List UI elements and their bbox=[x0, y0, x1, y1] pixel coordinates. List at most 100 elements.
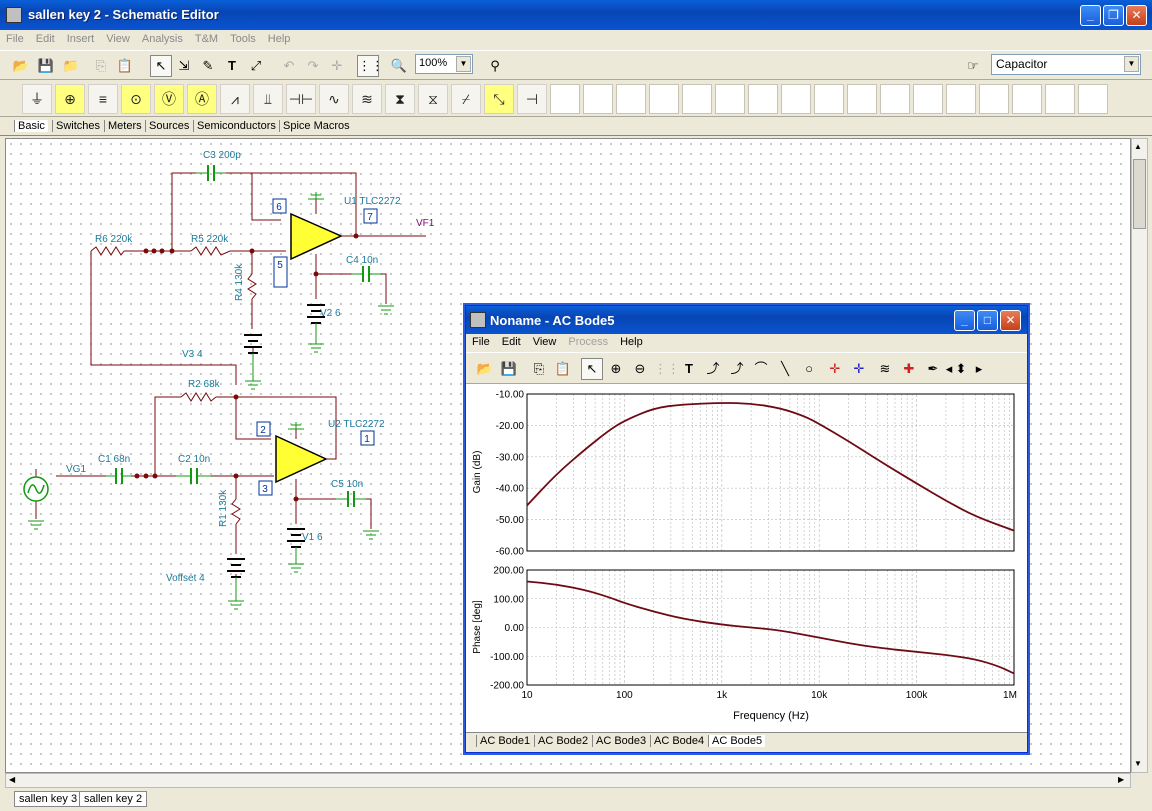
transformer-icon[interactable]: ⧗ bbox=[385, 84, 415, 114]
menu-help[interactable]: Help bbox=[262, 30, 297, 48]
terminal-icon[interactable]: ⊣ bbox=[517, 84, 547, 114]
resistor-icon[interactable]: ⩘ bbox=[220, 84, 250, 114]
tab-semiconductors[interactable]: Semiconductors bbox=[193, 120, 279, 132]
cursor-a-marker-icon[interactable]: ✛ bbox=[824, 358, 846, 380]
bode-chart[interactable]: -10.00 -20.00 -30.00 -40.00 -50.00 -60.00 200… bbox=[466, 384, 1027, 732]
tab-ac-bode4[interactable]: AC Bode4 bbox=[650, 735, 707, 747]
circle-icon[interactable]: ○ bbox=[798, 358, 820, 380]
text-tool-icon[interactable]: T bbox=[221, 55, 243, 77]
cursor-b-icon[interactable]: ⤴ bbox=[726, 358, 748, 380]
select-arrow-icon[interactable]: ↖ bbox=[581, 358, 603, 380]
tab-ac-bode2[interactable]: AC Bode2 bbox=[534, 735, 591, 747]
empty-slot[interactable] bbox=[1012, 84, 1042, 114]
crosshair-icon[interactable]: ✛ bbox=[326, 55, 348, 77]
redo-icon[interactable]: ↷ bbox=[302, 55, 324, 77]
select-arrow-icon[interactable]: ↖ bbox=[150, 55, 172, 77]
tab-ac-bode3[interactable]: AC Bode3 bbox=[592, 735, 649, 747]
scroll-right-icon[interactable]: ▶ bbox=[1118, 775, 1124, 784]
empty-slot[interactable] bbox=[979, 84, 1009, 114]
empty-slot[interactable] bbox=[682, 84, 712, 114]
bode-menu-view[interactable]: View bbox=[527, 334, 563, 350]
tab-meters[interactable]: Meters bbox=[104, 120, 145, 132]
paste-icon[interactable]: 📋 bbox=[114, 55, 136, 77]
ammeter-icon[interactable]: Ⓐ bbox=[187, 84, 217, 114]
ground-icon[interactable]: ⏚ bbox=[22, 84, 52, 114]
tab-switches[interactable]: Switches bbox=[52, 120, 103, 132]
doc-tab-sallen-key-2[interactable]: sallen key 2 bbox=[79, 791, 148, 807]
waveform-icon[interactable]: ≋ bbox=[874, 358, 896, 380]
open-folder-icon[interactable]: 📂 bbox=[474, 358, 496, 380]
zoom-icon[interactable]: 🔍 bbox=[388, 55, 410, 77]
empty-slot[interactable] bbox=[715, 84, 745, 114]
empty-slot[interactable] bbox=[946, 84, 976, 114]
empty-slot[interactable] bbox=[913, 84, 943, 114]
text-tool-icon[interactable]: T bbox=[678, 358, 700, 380]
bode-menu-help[interactable]: Help bbox=[614, 334, 649, 350]
empty-slot[interactable] bbox=[616, 84, 646, 114]
empty-slot[interactable] bbox=[649, 84, 679, 114]
wire-icon[interactable]: ⇲ bbox=[173, 55, 195, 77]
undo-icon[interactable]: ↶ bbox=[278, 55, 300, 77]
tab-ac-bode5[interactable]: AC Bode5 bbox=[708, 735, 766, 747]
switch-icon[interactable]: ⌿ bbox=[451, 84, 481, 114]
empty-slot[interactable] bbox=[847, 84, 877, 114]
battery-icon[interactable]: ⊕ bbox=[55, 84, 85, 114]
menu-tm[interactable]: T&M bbox=[189, 30, 224, 48]
empty-slot[interactable] bbox=[748, 84, 778, 114]
bode-maximize-button[interactable]: □ bbox=[977, 310, 998, 331]
current-source-icon[interactable]: ⊙ bbox=[121, 84, 151, 114]
menu-analysis[interactable]: Analysis bbox=[136, 30, 189, 48]
bode-menu-file[interactable]: File bbox=[466, 334, 496, 350]
bode-window[interactable]: Noname - AC Bode5 _ □ ✕ File Edit View Proc… bbox=[465, 305, 1028, 753]
bode-menu-edit[interactable]: Edit bbox=[496, 334, 527, 350]
menu-edit[interactable]: Edit bbox=[30, 30, 61, 48]
menu-insert[interactable]: Insert bbox=[61, 30, 101, 48]
menu-tools[interactable]: Tools bbox=[224, 30, 262, 48]
bode-minimize-button[interactable]: _ bbox=[954, 310, 975, 331]
minimize-button[interactable]: _ bbox=[1080, 5, 1101, 26]
bode-plot-area[interactable]: -10.00 -20.00 -30.00 -40.00 -50.00 -60.00 200… bbox=[466, 384, 1027, 732]
inductor-icon[interactable]: ∿ bbox=[319, 84, 349, 114]
menu-view[interactable]: View bbox=[100, 30, 136, 48]
scroll-thumb[interactable] bbox=[1133, 159, 1146, 229]
arrow-right-icon[interactable]: ▸ bbox=[968, 358, 990, 380]
varistor-icon[interactable]: ⤡ bbox=[484, 84, 514, 114]
paste-icon[interactable]: 📋 bbox=[552, 358, 574, 380]
zoom-in-icon[interactable]: ⊕ bbox=[605, 358, 627, 380]
tab-sources[interactable]: Sources bbox=[145, 120, 192, 132]
vertical-scrollbar[interactable]: ▲ ▼ bbox=[1131, 138, 1148, 773]
curve-icon[interactable]: ⌒ bbox=[750, 358, 772, 380]
copy-icon[interactable]: ⎘ bbox=[90, 55, 112, 77]
tab-ac-bode1[interactable]: AC Bode1 bbox=[476, 735, 533, 747]
voltmeter-icon[interactable]: Ⓥ bbox=[154, 84, 184, 114]
scroll-left-icon[interactable]: ◀ bbox=[9, 775, 15, 784]
empty-slot[interactable] bbox=[880, 84, 910, 114]
bode-close-button[interactable]: ✕ bbox=[1000, 310, 1021, 331]
scroll-down-icon[interactable]: ▼ bbox=[1134, 759, 1142, 768]
voltage-source-icon[interactable]: ≡ bbox=[88, 84, 118, 114]
component-select[interactable]: Capacitor ▼ bbox=[991, 54, 1141, 75]
empty-slot[interactable] bbox=[781, 84, 811, 114]
save-icon[interactable]: 💾 bbox=[498, 358, 520, 380]
copy-icon[interactable]: ⎘ bbox=[528, 358, 550, 380]
zoom-select[interactable]: 100% ▼ bbox=[415, 54, 473, 74]
pen-icon[interactable]: ✎ bbox=[197, 55, 219, 77]
line-icon[interactable]: ╲ bbox=[774, 358, 796, 380]
save-icon[interactable]: 💾 bbox=[35, 55, 57, 77]
grid-icon[interactable]: ⋮⋮ bbox=[357, 55, 384, 77]
empty-slot[interactable] bbox=[814, 84, 844, 114]
tab-basic[interactable]: Basic bbox=[14, 120, 48, 132]
restore-button[interactable]: ❐ bbox=[1103, 5, 1124, 26]
probe-icon[interactable]: ⚲ bbox=[484, 55, 506, 77]
horizontal-scrollbar[interactable]: ◀ ▶ bbox=[5, 773, 1131, 788]
coil-icon[interactable]: ≋ bbox=[352, 84, 382, 114]
empty-slot[interactable] bbox=[583, 84, 613, 114]
open-folder-icon[interactable]: 📂 bbox=[10, 55, 32, 77]
doc-tab-sallen-key-3[interactable]: sallen key 3 bbox=[14, 791, 83, 807]
empty-slot[interactable] bbox=[1045, 84, 1075, 114]
open-icon[interactable]: 📁 bbox=[60, 55, 82, 77]
bode-menu-process[interactable]: Process bbox=[562, 334, 614, 350]
cursor-a-icon[interactable]: ⤴ bbox=[702, 358, 724, 380]
delete-wire-icon[interactable]: ⤢ bbox=[245, 55, 267, 77]
cursor-b-marker-icon[interactable]: ✛ bbox=[848, 358, 870, 380]
